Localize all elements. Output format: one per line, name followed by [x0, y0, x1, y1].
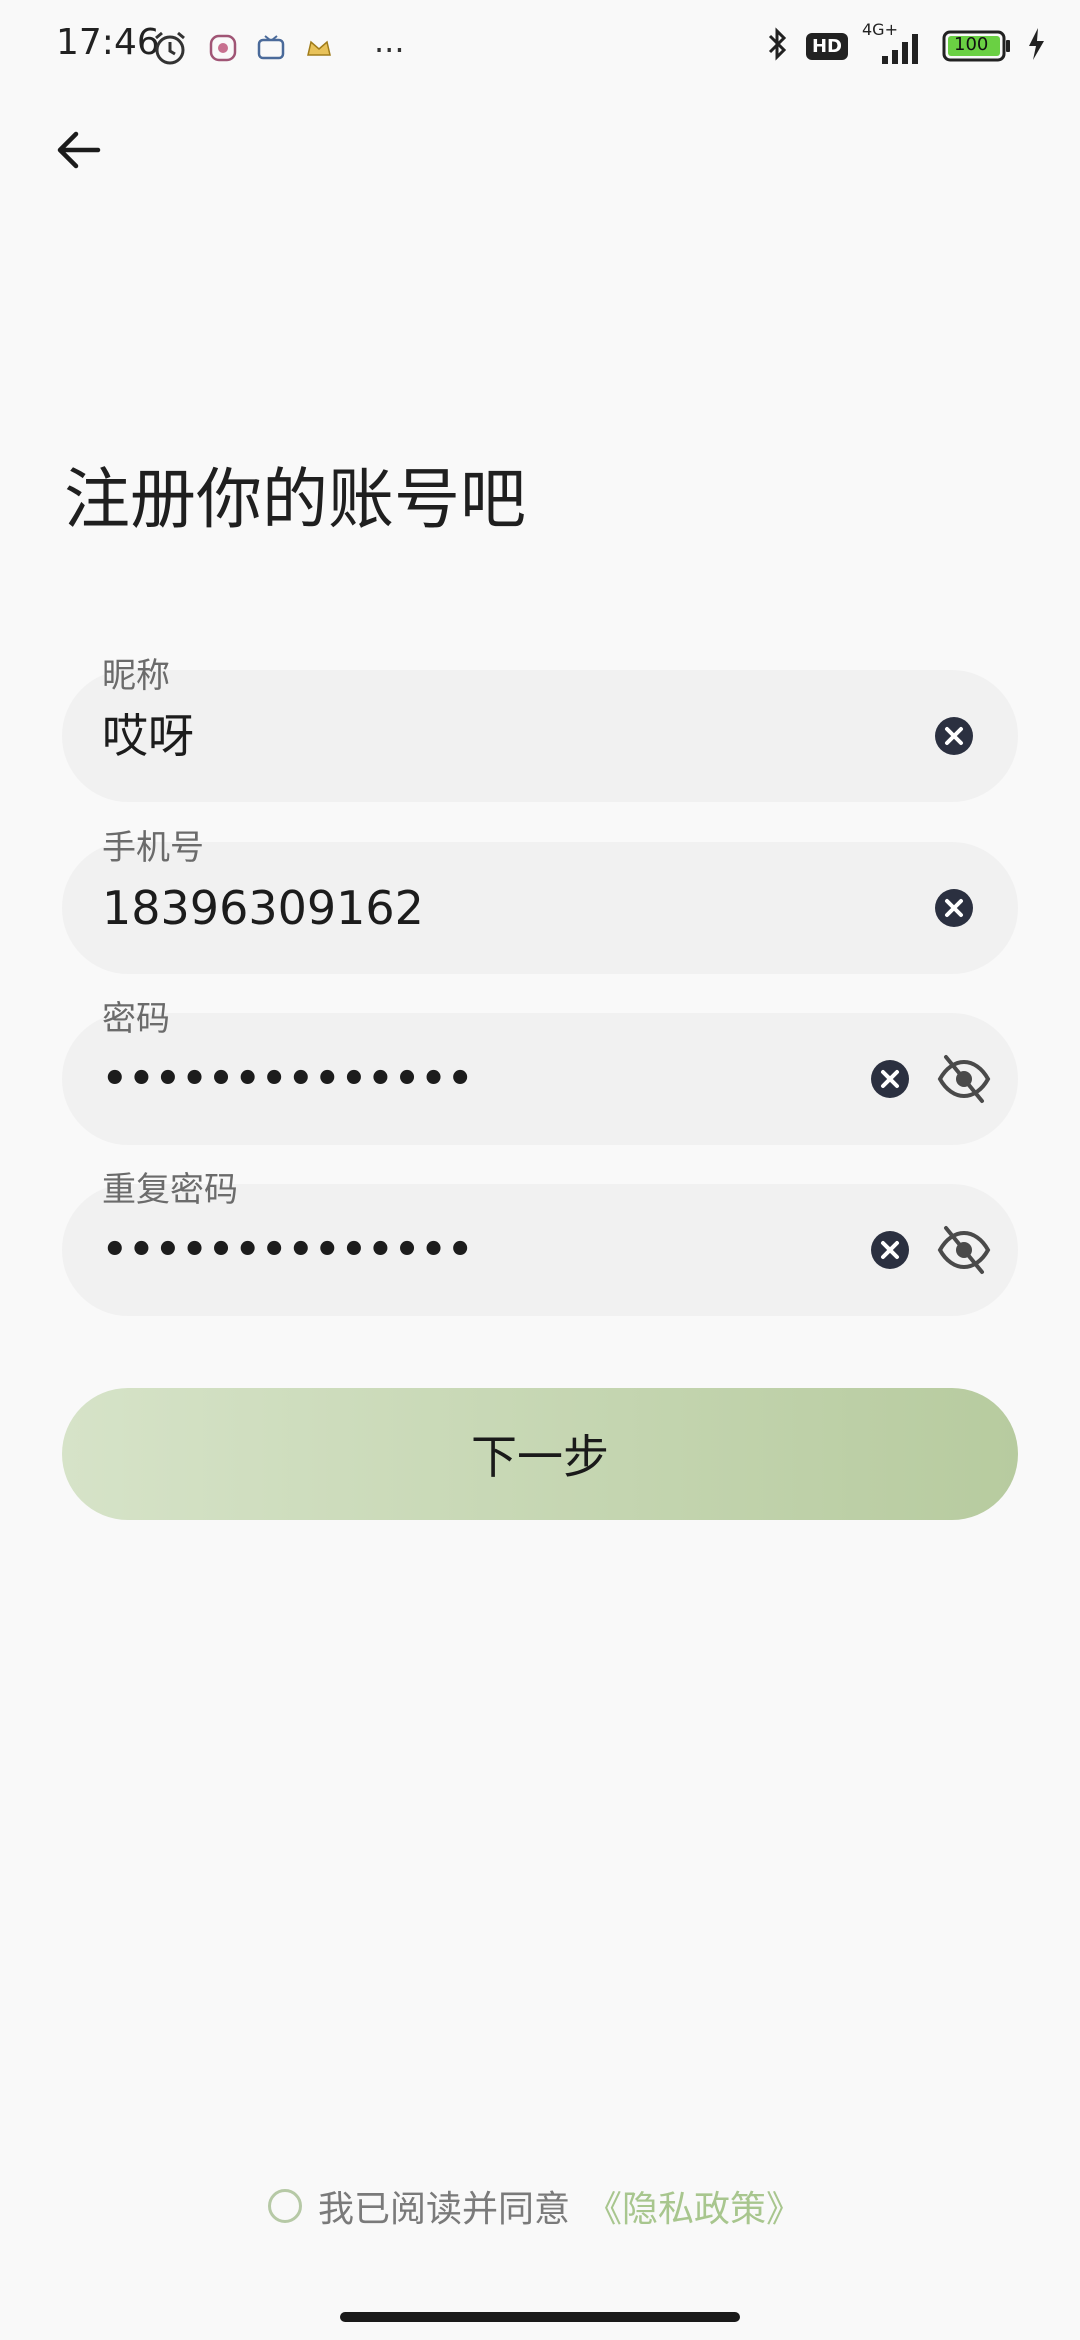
arrow-left-icon: [57, 131, 101, 169]
clear-confirm-password-button[interactable]: [870, 1230, 910, 1270]
nickname-label: 昵称: [102, 656, 170, 696]
clear-icon: [871, 1231, 909, 1269]
status-right-icons: HD 4G+ 100: [762, 20, 1046, 68]
toggle-password-visibility-button[interactable]: [936, 1053, 992, 1105]
confirm-password-label: 重复密码: [102, 1170, 238, 1210]
crown-icon: [304, 33, 334, 67]
phone-label: 手机号: [102, 828, 204, 868]
clear-icon: [935, 717, 973, 755]
agreement-checkbox[interactable]: [268, 2189, 302, 2223]
clear-icon: [935, 889, 973, 927]
more-icon: ···: [374, 31, 405, 69]
status-time: 17:46: [56, 22, 160, 63]
clear-password-button[interactable]: [870, 1059, 910, 1099]
password-label: 密码: [102, 999, 170, 1039]
toggle-confirm-password-visibility-button[interactable]: [936, 1224, 992, 1276]
next-step-button[interactable]: 下一步: [62, 1388, 1018, 1520]
home-indicator[interactable]: [340, 2312, 740, 2322]
eye-off-icon: [937, 1055, 991, 1103]
hd-icon: HD: [805, 32, 848, 60]
nickname-field[interactable]: 哎呀: [62, 670, 1018, 802]
app-icon-2: [256, 33, 286, 67]
clear-nickname-button[interactable]: [934, 716, 974, 756]
privacy-policy-link[interactable]: 《隐私政策》: [586, 2180, 802, 2232]
clear-icon: [871, 1060, 909, 1098]
signal-icon: 4G+: [862, 20, 928, 66]
agreement-row: 我已阅读并同意 《隐私政策》: [268, 2180, 802, 2232]
status-bar: 17:46 ··· HD 4G+ 100: [0, 0, 1080, 96]
eye-off-icon: [937, 1226, 991, 1274]
clear-phone-button[interactable]: [934, 888, 974, 928]
battery-icon: 100: [942, 29, 1012, 63]
page-title: 注册你的账号吧: [64, 461, 526, 538]
back-button[interactable]: [46, 118, 110, 182]
charging-icon: [1026, 26, 1046, 66]
app-icon-1: [208, 33, 238, 67]
status-left-icons: ···: [150, 28, 405, 72]
battery-level: 100: [954, 34, 989, 55]
bluetooth-icon: [762, 24, 792, 68]
password-field[interactable]: ••••••••••••••: [62, 1013, 1018, 1145]
alarm-icon: [150, 28, 190, 72]
phone-field[interactable]: 18396309162: [62, 842, 1018, 974]
agreement-text: 我已阅读并同意: [318, 2189, 571, 2230]
